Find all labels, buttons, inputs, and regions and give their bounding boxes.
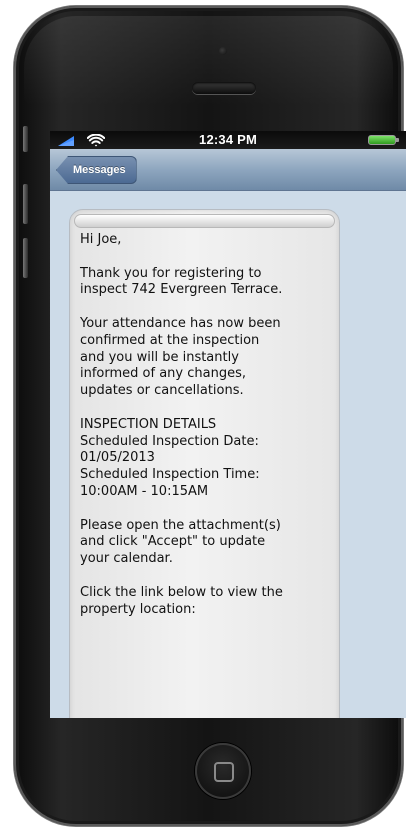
home-button-icon xyxy=(214,762,234,782)
message-line: Scheduled Inspection Time: xyxy=(80,467,260,483)
message-line: Click the link below to view the xyxy=(80,584,283,600)
message-line: Hi Joe, xyxy=(80,232,122,247)
registration-paragraph: Thank you for registering to inspect 742… xyxy=(80,266,341,300)
earpiece-icon xyxy=(192,82,256,94)
message-line: informed of any changes, xyxy=(80,366,246,382)
greeting: Hi Joe, xyxy=(80,232,341,249)
attendance-paragraph: Your attendance has now been confirmed a… xyxy=(80,316,341,400)
location-link-paragraph: Click the link below to view the propert… xyxy=(80,585,341,619)
volume-down-button xyxy=(23,238,28,278)
message-line: updates or cancellations. xyxy=(80,383,244,399)
message-line: Scheduled Inspection Date: xyxy=(80,433,259,449)
bubble-header xyxy=(74,214,335,228)
attachment-paragraph: Please open the attachment(s) and click … xyxy=(80,518,341,568)
mute-switch xyxy=(23,126,28,152)
message-line: Thank you for registering to xyxy=(80,265,262,281)
camera-icon xyxy=(219,47,227,55)
message-line: 01/05/2013 xyxy=(80,450,155,466)
inspection-details: INSPECTION DETAILS Scheduled Inspection … xyxy=(80,417,341,501)
message-line: confirmed at the inspection xyxy=(80,332,260,348)
home-button[interactable] xyxy=(195,743,251,799)
navigation-bar: Messages xyxy=(50,149,406,191)
message-line: property location: xyxy=(80,601,196,617)
message-line: and click "Accept" to update xyxy=(80,534,266,550)
message-bubble: Hi Joe, Thank you for registering to ins… xyxy=(69,209,340,718)
message-line: Your attendance has now been xyxy=(80,315,281,331)
phone-screen: 12:34 PM Messages Hi Joe, Thank you for … xyxy=(50,131,406,718)
message-line: INSPECTION DETAILS xyxy=(80,416,217,432)
message-line: and you will be instantly xyxy=(80,349,239,365)
message-line: inspect 742 Evergreen Terrace. xyxy=(80,282,283,298)
message-line: your calendar. xyxy=(80,551,173,567)
volume-up-button xyxy=(23,184,28,224)
status-time: 12:34 PM xyxy=(199,132,257,147)
message-line: Please open the attachment(s) xyxy=(80,517,281,533)
message-line: 10:00AM - 10:15AM xyxy=(80,483,209,499)
battery-icon xyxy=(368,135,399,145)
message-text: Hi Joe, Thank you for registering to ins… xyxy=(80,232,341,635)
messages-back-button[interactable]: Messages xyxy=(56,156,137,184)
status-bar: 12:34 PM xyxy=(50,131,406,149)
